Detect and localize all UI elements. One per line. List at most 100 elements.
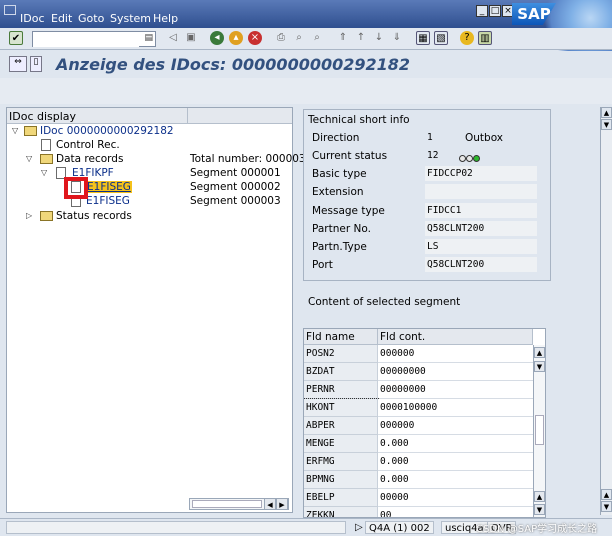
field-content-cell[interactable]: 00 bbox=[378, 507, 533, 517]
exit-icon[interactable]: ▴ bbox=[229, 31, 243, 45]
window-system-icon[interactable] bbox=[4, 5, 16, 15]
menu-system[interactable]: System bbox=[110, 12, 151, 25]
field-content-cell[interactable]: 0.000 bbox=[378, 435, 533, 453]
status-expand-icon[interactable]: ▷ bbox=[352, 521, 366, 534]
table-row[interactable]: EBELP 00000 bbox=[304, 489, 533, 507]
field-name-cell[interactable]: HKONT bbox=[304, 398, 379, 418]
command-field[interactable]: ▤ bbox=[32, 31, 156, 47]
direction-code: 1 bbox=[427, 132, 433, 143]
scroll-up-icon[interactable]: ▲ bbox=[534, 347, 545, 358]
scroll-up-icon[interactable]: ▲ bbox=[601, 489, 612, 500]
scroll-down-icon[interactable]: ▼ bbox=[534, 361, 545, 372]
find-next-icon[interactable]: ⌕ bbox=[310, 31, 324, 45]
print-icon[interactable]: ⎙ bbox=[274, 31, 288, 45]
scroll-up-icon[interactable]: ▲ bbox=[601, 107, 612, 118]
menu-help[interactable]: Help bbox=[153, 12, 178, 25]
standard-toolbar: ✔ ▤ ◁ ▣ ◂ ▴ × ⎙ ⌕ ⌕ ⇑ ↑ ↓ ⇓ ▦ ▧ ? ▥ bbox=[0, 28, 612, 50]
next-page-icon[interactable]: ↓ bbox=[372, 31, 386, 45]
tree-node-control-rec[interactable]: Control Rec. bbox=[7, 139, 292, 153]
field-name-cell[interactable]: BPMNG bbox=[304, 471, 378, 489]
grid-vertical-scrollbar[interactable]: ▲ ▼ ▲ ▼ bbox=[533, 345, 545, 517]
expand-icon[interactable]: ▷ bbox=[26, 211, 32, 220]
back-arrow-icon[interactable]: ◁ bbox=[166, 31, 180, 45]
field-content-cell[interactable]: 00000 bbox=[378, 489, 533, 507]
collapse-icon[interactable]: ▽ bbox=[12, 126, 18, 135]
basic-type-field: FIDCCP02 bbox=[425, 166, 537, 181]
scroll-thumb[interactable] bbox=[535, 415, 544, 445]
table-row[interactable]: HKONT 0000100000 bbox=[304, 398, 533, 418]
menu-edit[interactable]: Edit bbox=[51, 12, 72, 25]
document-icon[interactable]: ▯ bbox=[30, 56, 42, 72]
field-name-cell[interactable]: POSN2 bbox=[304, 345, 378, 363]
collapse-icon[interactable]: ▽ bbox=[41, 168, 47, 177]
last-page-icon[interactable]: ⇓ bbox=[390, 31, 404, 45]
column-header-field-content[interactable]: Fld cont. bbox=[378, 329, 533, 345]
field-content-cell[interactable]: 0000100000 bbox=[378, 399, 533, 417]
command-input[interactable] bbox=[33, 32, 139, 47]
enter-checkmark-icon[interactable]: ✔ bbox=[9, 31, 23, 45]
field-content-cell[interactable]: 0.000 bbox=[378, 453, 533, 471]
tree-node-root[interactable]: ▽ IDoc 0000000000292182 bbox=[7, 125, 292, 139]
table-row[interactable]: POSN2 000000 bbox=[304, 345, 533, 363]
cancel-icon[interactable]: × bbox=[248, 31, 262, 45]
application-toolbar bbox=[0, 78, 612, 104]
scroll-thumb[interactable] bbox=[192, 500, 262, 508]
find-icon[interactable]: ⌕ bbox=[292, 31, 306, 45]
tree-node-e1fikpf[interactable]: ▽ E1FIKPF Segment 000001 bbox=[7, 167, 292, 181]
minimize-icon[interactable]: _ bbox=[476, 5, 488, 17]
first-page-icon[interactable]: ⇑ bbox=[336, 31, 350, 45]
field-name-cell[interactable]: ABPER bbox=[304, 417, 378, 435]
tree-node-e1fiseg-3[interactable]: E1FISEG Segment 000003 bbox=[7, 195, 292, 209]
field-content-cell[interactable]: 000000 bbox=[378, 345, 533, 363]
direction-text: Outbox bbox=[465, 132, 504, 144]
status-message-area bbox=[6, 521, 346, 534]
layout-menu-icon[interactable]: ▥ bbox=[478, 31, 492, 45]
collapse-icon[interactable]: ▽ bbox=[26, 154, 32, 163]
tech-panel-title: Technical short info bbox=[308, 114, 410, 126]
scroll-down-icon[interactable]: ▼ bbox=[534, 504, 545, 515]
back-icon[interactable]: ◂ bbox=[210, 31, 224, 45]
scroll-left-icon[interactable]: ◀ bbox=[264, 498, 276, 510]
table-row[interactable]: ERFMG 0.000 bbox=[304, 453, 533, 471]
scroll-down-icon[interactable]: ▼ bbox=[601, 119, 612, 130]
tree-node-status-records[interactable]: ▷ Status records bbox=[7, 210, 292, 224]
field-name-cell[interactable]: PERNR bbox=[304, 381, 378, 399]
display-toggle-icon[interactable]: ⇔ bbox=[9, 56, 27, 72]
column-header-field-name[interactable]: Fld name bbox=[304, 329, 378, 345]
scroll-up-icon[interactable]: ▲ bbox=[534, 491, 545, 502]
field-name-cell[interactable]: EBELP bbox=[304, 489, 378, 507]
save-icon[interactable]: ▣ bbox=[184, 31, 198, 45]
maximize-icon[interactable]: □ bbox=[489, 5, 501, 17]
scroll-right-icon[interactable]: ▶ bbox=[276, 498, 288, 510]
menu-idoc[interactable]: IDoc bbox=[20, 12, 45, 25]
field-name-cell[interactable]: ERFMG bbox=[304, 453, 378, 471]
tree-node-e1fiseg-selected[interactable]: E1FISEG Segment 000002 bbox=[7, 181, 292, 195]
field-name-cell[interactable]: ZEKKN bbox=[304, 507, 378, 517]
extension-field bbox=[425, 184, 537, 199]
scroll-down-icon[interactable]: ▼ bbox=[601, 501, 612, 512]
previous-page-icon[interactable]: ↑ bbox=[354, 31, 368, 45]
table-row[interactable]: BZDAT 00000000 bbox=[304, 363, 533, 381]
field-content-cell[interactable]: 00000000 bbox=[378, 363, 533, 381]
table-row[interactable]: PERNR 00000000 bbox=[304, 381, 533, 399]
table-row[interactable]: ZEKKN 00 bbox=[304, 507, 533, 517]
field-content-cell[interactable]: 00000000 bbox=[378, 381, 533, 399]
tree-horizontal-scrollbar[interactable]: ◀ ▶ bbox=[189, 498, 289, 510]
shortcut-icon[interactable]: ▧ bbox=[434, 31, 448, 45]
menu-bar: IDoc Edit Goto System Help _ □ × SAP bbox=[0, 0, 612, 60]
help-icon[interactable]: ? bbox=[460, 31, 474, 45]
field-content-cell[interactable]: 000000 bbox=[378, 417, 533, 435]
open-folder-icon bbox=[24, 126, 37, 136]
field-name-cell[interactable]: BZDAT bbox=[304, 363, 378, 381]
page-vertical-scrollbar[interactable]: ▲ ▼ ▲ ▼ bbox=[600, 107, 612, 515]
field-name-cell[interactable]: MENGE bbox=[304, 435, 378, 453]
tree-node-data-records[interactable]: ▽ Data records Total number: 000003 bbox=[7, 153, 306, 167]
menu-goto[interactable]: Goto bbox=[78, 12, 104, 25]
create-session-icon[interactable]: ▦ bbox=[416, 31, 430, 45]
table-row[interactable]: ABPER 000000 bbox=[304, 417, 533, 435]
command-history-icon[interactable]: ▤ bbox=[144, 33, 153, 43]
system-info[interactable]: Q4A (1) 002 bbox=[365, 521, 434, 534]
table-row[interactable]: MENGE 0.000 bbox=[304, 435, 533, 453]
field-content-cell[interactable]: 0.000 bbox=[378, 471, 533, 489]
table-row[interactable]: BPMNG 0.000 bbox=[304, 471, 533, 489]
